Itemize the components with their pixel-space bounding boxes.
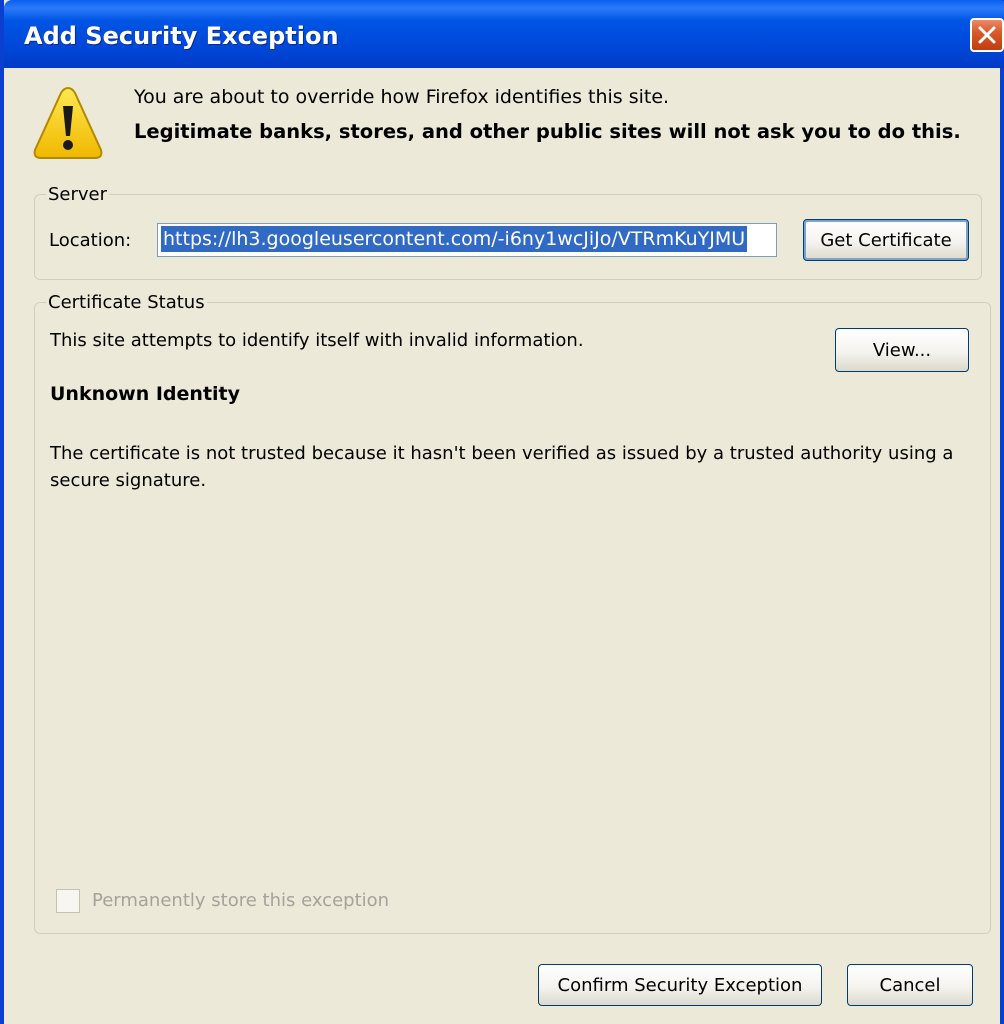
dialog-content: You are about to override how Firefox id… [4, 68, 1000, 1024]
view-label: View... [872, 339, 932, 361]
location-input[interactable]: https://lh3.googleusercontent.com/-i6ny1… [157, 223, 777, 257]
warning-triangle-icon [33, 86, 103, 159]
cancel-label: Cancel [879, 974, 941, 996]
confirm-exception-label: Confirm Security Exception [557, 974, 803, 996]
cancel-button[interactable]: Cancel [847, 964, 973, 1006]
get-certificate-label: Get Certificate [820, 229, 952, 251]
permanent-store-checkbox[interactable] [56, 889, 80, 913]
permanent-store-label: Permanently store this exception [92, 890, 390, 911]
intro-message: You are about to override how Firefox id… [134, 86, 670, 108]
get-certificate-button[interactable]: Get Certificate [803, 219, 969, 261]
title-bar[interactable]: Add Security Exception [4, 0, 1004, 68]
status-message: This site attempts to identify itself wi… [50, 330, 584, 351]
confirm-exception-button[interactable]: Confirm Security Exception [538, 964, 822, 1006]
close-icon [978, 26, 996, 44]
intro-warning: Legitimate banks, stores, and other publ… [134, 120, 961, 143]
window-title: Add Security Exception [24, 22, 339, 50]
certificate-description: The certificate is not trusted because i… [50, 443, 954, 491]
server-legend: Server [46, 184, 110, 205]
location-value: https://lh3.googleusercontent.com/-i6ny1… [161, 226, 748, 252]
certificate-status-legend: Certificate Status [46, 292, 207, 313]
location-label: Location: [49, 230, 132, 251]
close-button[interactable] [970, 18, 1004, 52]
identity-title: Unknown Identity [50, 383, 241, 405]
view-button[interactable]: View... [835, 328, 969, 372]
